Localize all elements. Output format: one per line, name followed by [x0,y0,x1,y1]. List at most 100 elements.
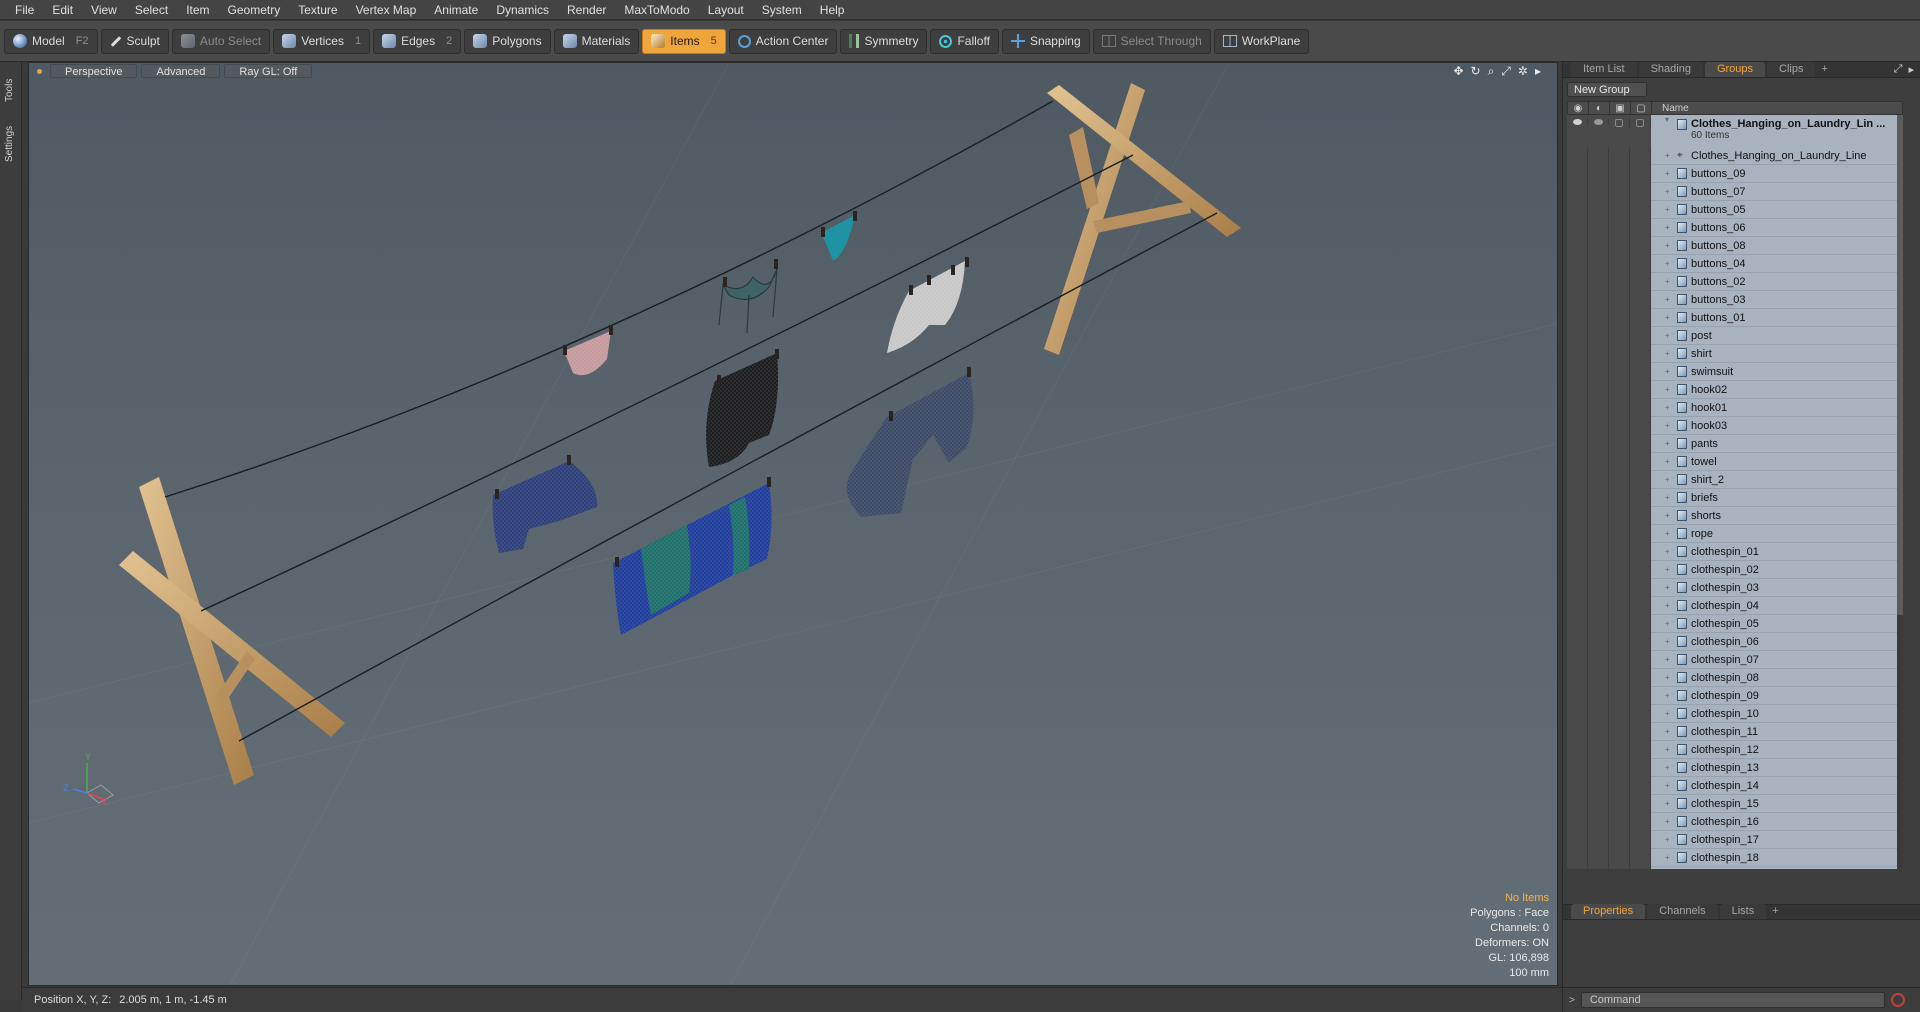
row-toggle-cell[interactable] [1609,614,1630,633]
row-toggle-cell[interactable] [1588,326,1609,345]
group-item-row[interactable]: + clothespin_04 [1567,596,1903,615]
row-toggle-cell[interactable] [1609,830,1630,849]
row-toggle-cell[interactable] [1567,686,1588,705]
expand-icon[interactable]: + [1665,205,1673,214]
row-toggle-cell[interactable] [1609,578,1630,597]
row-toggle-cell[interactable] [1630,506,1651,525]
materials-button[interactable]: Materials [553,28,640,54]
group-item-row[interactable]: + buttons_08 [1567,236,1903,255]
row-toggle-cell[interactable] [1567,722,1588,741]
row-toggle-cell[interactable] [1588,740,1609,759]
expand-icon[interactable]: + [1665,799,1673,808]
menu-file[interactable]: File [6,0,43,20]
snapping-button[interactable]: Snapping [1001,28,1090,54]
row-toggle-cell[interactable] [1609,362,1630,381]
row-toggle-cell[interactable] [1630,596,1651,615]
row-toggle-cell[interactable] [1567,812,1588,831]
row-toggle-cell[interactable] [1588,290,1609,309]
row-toggle-cell[interactable] [1567,632,1588,651]
select-through-button[interactable]: Select Through [1092,28,1211,54]
group-item-row[interactable]: + post [1567,326,1903,345]
tree-scroll-thumb[interactable] [1897,115,1903,615]
row-toggle-cell[interactable] [1588,650,1609,669]
gear-icon[interactable]: ✲ [1518,64,1528,79]
row-toggle-cell[interactable] [1588,164,1609,183]
tab-properties[interactable]: Properties [1571,904,1646,919]
expand-icon[interactable]: + [1665,547,1673,556]
row-toggle-cell[interactable] [1609,272,1630,291]
group-item-row[interactable]: + hook03 [1567,416,1903,435]
row-toggle-cell[interactable] [1630,218,1651,237]
row-toggle-cell[interactable] [1630,146,1651,165]
row-toggle-cell[interactable] [1567,236,1588,255]
group-item-row[interactable]: + pants [1567,434,1903,453]
falloff-button[interactable]: Falloff [930,28,999,54]
action-center-button[interactable]: Action Center [728,28,838,54]
name-column-header[interactable]: Name [1652,102,1689,114]
row-toggle-cell[interactable] [1630,254,1651,273]
row-toggle-cell[interactable] [1609,344,1630,363]
rotate-icon[interactable]: ↻ [1471,64,1481,79]
group-item-row[interactable]: + clothespin_05 [1567,614,1903,633]
row-toggle-cell[interactable] [1567,452,1588,471]
menu-texture[interactable]: Texture [289,0,346,20]
row-toggle-cell[interactable] [1567,740,1588,759]
row-toggle-cell[interactable] [1588,218,1609,237]
row-toggle-cell[interactable] [1630,704,1651,723]
row-toggle-cell[interactable] [1630,776,1651,795]
row-toggle-cell[interactable] [1588,506,1609,525]
group-item-row[interactable]: + clothespin_13 [1567,758,1903,777]
viewport-menu-dot[interactable] [37,68,42,74]
row-toggle-cell[interactable] [1630,542,1651,561]
menu-maxtomodo[interactable]: MaxToModo [615,0,698,20]
row-toggle-cell[interactable] [1609,524,1630,543]
row-toggle-cell[interactable] [1630,722,1651,741]
row-toggle-cell[interactable] [1630,488,1651,507]
tab-channels[interactable]: Channels [1647,904,1718,919]
row-toggle-cell[interactable] [1609,146,1630,165]
root-lock-icon[interactable] [1609,119,1630,127]
tab-item-list[interactable]: Item List [1571,62,1637,77]
row-toggle-cell[interactable] [1609,416,1630,435]
row-toggle-cell[interactable] [1588,830,1609,849]
row-toggle-cell[interactable] [1609,794,1630,813]
group-item-row[interactable]: + clothespin_06 [1567,632,1903,651]
settings-tab[interactable]: Settings [4,114,18,174]
row-toggle-cell[interactable] [1609,452,1630,471]
polygons-button[interactable]: Polygons [464,28,551,54]
row-toggle-cell[interactable] [1630,812,1651,831]
row-toggle-cell[interactable] [1609,380,1630,399]
row-toggle-cell[interactable] [1609,470,1630,489]
tab-clips[interactable]: Clips [1767,62,1816,77]
row-toggle-cell[interactable] [1567,776,1588,795]
row-toggle-cell[interactable] [1630,344,1651,363]
row-toggle-cell[interactable] [1567,470,1588,489]
row-toggle-cell[interactable] [1630,668,1651,687]
model-mode-button[interactable]: Model F2 [4,28,98,54]
expand-icon[interactable]: + [1665,457,1673,466]
row-toggle-cell[interactable] [1567,344,1588,363]
row-toggle-cell[interactable] [1609,776,1630,795]
expand-icon[interactable]: + [1665,763,1673,772]
row-toggle-cell[interactable] [1630,560,1651,579]
expand-icon[interactable]: + [1665,853,1673,862]
row-toggle-cell[interactable] [1567,146,1588,165]
expand-icon[interactable]: + [1665,817,1673,826]
expand-icon[interactable]: + [1665,223,1673,232]
symmetry-button[interactable]: Symmetry [840,28,928,54]
expand-icon[interactable]: + [1665,169,1673,178]
row-toggle-cell[interactable] [1588,200,1609,219]
add-properties-tab-icon[interactable]: + [1768,904,1782,919]
row-toggle-cell[interactable] [1567,866,1588,869]
row-toggle-cell[interactable] [1588,254,1609,273]
row-toggle-cell[interactable] [1630,452,1651,471]
expand-icon[interactable]: + [1665,367,1673,376]
menu-layout[interactable]: Layout [699,0,753,20]
row-toggle-cell[interactable] [1588,236,1609,255]
row-toggle-cell[interactable] [1567,164,1588,183]
row-toggle-cell[interactable] [1588,416,1609,435]
row-toggle-cell[interactable] [1609,740,1630,759]
group-item-row[interactable]: + clothespin_16 [1567,812,1903,831]
workplane-button[interactable]: WorkPlane [1213,28,1310,54]
row-toggle-cell[interactable] [1609,704,1630,723]
